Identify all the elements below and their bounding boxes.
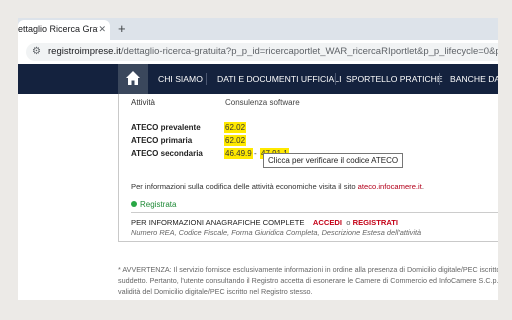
tab-title: ettaglio Ricerca Gratuita bbox=[18, 24, 98, 34]
browser-tab[interactable]: ettaglio Ricerca Gratuita ✕ bbox=[18, 20, 110, 40]
disclaimer: * AVVERTENZA: Il servizio fornisce esclu… bbox=[118, 264, 498, 297]
ateco-tooltip: Clicca per verificare il codice ATECO bbox=[263, 153, 404, 168]
ateco-primaria-label: ATECO primaria bbox=[131, 136, 193, 145]
divider bbox=[131, 212, 498, 213]
ateco-prevalente-code[interactable]: 62.02 bbox=[224, 122, 247, 133]
tab-strip: ettaglio Ricerca Gratuita ✕ + bbox=[18, 18, 498, 40]
ateco-info-text: Per informazioni sulla codifica delle at… bbox=[131, 182, 424, 191]
info-prefix: Per informazioni sulla codifica delle at… bbox=[131, 182, 356, 191]
green-dot-icon bbox=[131, 201, 137, 207]
main-navigation: CHI SIAMO DATI E DOCUMENTI UFFICIALI SPO… bbox=[18, 64, 498, 94]
browser-window: ettaglio Ricerca Gratuita ✕ + ⚙ registro… bbox=[18, 18, 498, 300]
login-link[interactable]: ACCEDI bbox=[313, 218, 342, 227]
more-info-row: PER INFORMAZIONI ANAGRAFICHE COMPLETE AC… bbox=[131, 218, 398, 227]
site-settings-icon[interactable]: ⚙ bbox=[32, 46, 41, 58]
new-tab-button[interactable]: + bbox=[118, 20, 126, 38]
nav-dati-documenti[interactable]: DATI E DOCUMENTI UFFICIALI bbox=[217, 64, 341, 94]
ateco-secondaria-code[interactable]: 46.49.9 bbox=[224, 148, 253, 159]
nav-chi-siamo[interactable]: CHI SIAMO bbox=[158, 64, 203, 94]
url-path: /dettaglio-ricerca-gratuita?p_p_id=ricer… bbox=[120, 46, 498, 57]
activity-label: Attività bbox=[131, 98, 156, 107]
status-badge: Registrata bbox=[131, 200, 176, 209]
url-text[interactable]: registroimprese.it/dettaglio-ricerca-gra… bbox=[48, 46, 498, 58]
page-content: Attività Consulenza software ATECO preva… bbox=[18, 94, 498, 300]
company-details-card: Attività Consulenza software ATECO preva… bbox=[118, 94, 498, 242]
code-separator: - bbox=[254, 149, 257, 158]
info-suffix: . bbox=[421, 182, 424, 191]
nav-separator bbox=[439, 73, 440, 85]
more-info-fields: Numero REA, Codice Fiscale, Forma Giurid… bbox=[131, 228, 422, 237]
disclaimer-line: validità del Domicilio digitale/PEC iscr… bbox=[118, 287, 313, 296]
nav-banche-dati[interactable]: BANCHE DATI bbox=[450, 64, 498, 94]
ateco-info-link[interactable]: ateco.infocamere.it bbox=[358, 182, 422, 191]
address-bar[interactable]: ⚙ registroimprese.it/dettaglio-ricerca-g… bbox=[26, 43, 498, 61]
nav-sportello-pratiche[interactable]: SPORTELLO PRATICHE bbox=[346, 64, 443, 94]
ateco-secondaria-label: ATECO secondaria bbox=[131, 149, 203, 158]
home-icon bbox=[126, 71, 140, 85]
nav-separator bbox=[206, 73, 207, 85]
address-bar-row: ⚙ registroimprese.it/dettaglio-ricerca-g… bbox=[18, 40, 498, 64]
or-text: o bbox=[346, 218, 351, 227]
disclaimer-line: suddetto. Pertanto, l'utente consultando… bbox=[118, 276, 498, 285]
ateco-primaria-code[interactable]: 62.02 bbox=[224, 135, 247, 146]
status-text: Registrata bbox=[140, 200, 177, 209]
activity-value: Consulenza software bbox=[225, 98, 300, 107]
ateco-prevalente-label: ATECO prevalente bbox=[131, 123, 201, 132]
more-info-label: PER INFORMAZIONI ANAGRAFICHE COMPLETE bbox=[131, 218, 305, 227]
disclaimer-line: * AVVERTENZA: Il servizio fornisce esclu… bbox=[118, 265, 498, 274]
url-host: registroimprese.it bbox=[48, 46, 121, 57]
register-link[interactable]: REGISTRATI bbox=[353, 218, 398, 227]
home-button[interactable] bbox=[118, 64, 148, 94]
close-icon[interactable]: ✕ bbox=[98, 24, 106, 35]
nav-separator bbox=[335, 73, 336, 85]
